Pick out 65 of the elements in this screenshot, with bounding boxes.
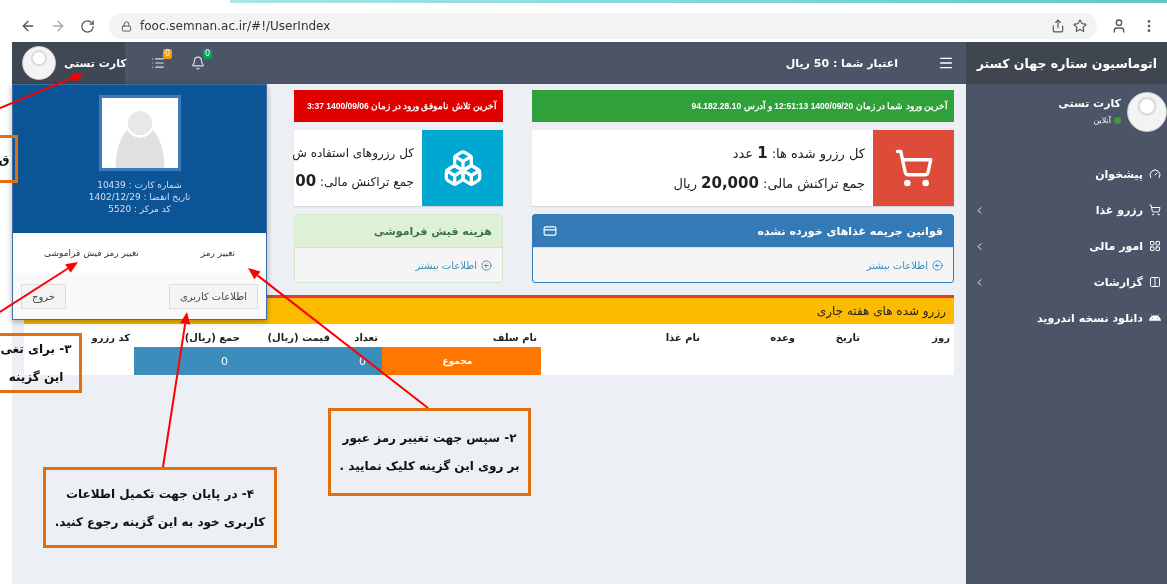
alert-banner: آخرین تلاش ناموفق ورود در زمان 1400/09/06 3:37	[294, 90, 503, 122]
address-bar[interactable]: fooc.semnan.ac.ir/#!/UserIndex	[109, 13, 1097, 39]
sidebar-item[interactable]: دانلود نسخه اندروید	[966, 300, 1167, 336]
profile-button[interactable]: اطلاعات کاربری	[168, 283, 258, 309]
avatar-icon	[1127, 92, 1167, 132]
card-icon	[543, 224, 557, 238]
dashboard-icon	[1149, 168, 1161, 180]
sidebar-item[interactable]: پیشخوان	[966, 156, 1167, 192]
user-name: کارت تستی	[1058, 97, 1121, 110]
cubes-icon	[442, 148, 483, 188]
count-badge: 0	[202, 49, 212, 59]
sidebar-item[interactable]: امور مالی	[966, 228, 1167, 264]
cart-icon	[1149, 204, 1161, 216]
total-cell: 0	[134, 347, 244, 375]
status-text: آنلاین	[1093, 116, 1111, 125]
card-info-text: تاریخ انقضا : 1402/12/29	[88, 191, 191, 203]
count-badge: 0	[162, 49, 172, 59]
url-text: fooc.semnan.ac.ir/#!/UserIndex	[140, 19, 332, 33]
column-header: نام سلف	[491, 331, 538, 346]
alert-banner: آخرین ورود شما در زمان 1400/09/20 12:51:13 و آدرس 94.182.28.10	[532, 90, 954, 122]
cart-icon	[893, 148, 934, 188]
column-header: تعداد	[353, 331, 379, 345]
avatar-icon	[22, 46, 56, 80]
panel-title: قوانین جریمه غذاهای خورده نشده	[757, 224, 943, 238]
column-header: جمع (ریال)	[183, 331, 241, 346]
menu-link[interactable]: تغییر رمز فیش فراموشی	[44, 248, 139, 258]
sidebar-item[interactable]: گزارشات	[966, 264, 1167, 300]
arrow-circle-icon	[932, 259, 943, 271]
lock-icon	[121, 20, 132, 32]
profile-icon[interactable]	[1111, 18, 1127, 34]
stat-text: کل رزروهای استفاده ش	[292, 146, 414, 160]
callout-text: ۲- سپس جهت تغییر رمز عبور بر روی این گزینه کلیک نمایید .	[339, 430, 520, 476]
card-info-text: کد مرکز : 5520	[108, 203, 171, 215]
panel-title: رزرو شده های هفته جاری	[816, 304, 946, 318]
back-icon[interactable]	[20, 18, 36, 34]
logout-button[interactable]: خروج	[21, 283, 66, 309]
star-icon[interactable]	[1073, 19, 1087, 33]
credit-text: اعتبار شما : 50 ریال	[785, 56, 898, 70]
card-info-text: شماره کارت : 10439	[97, 179, 182, 191]
user-menu-toggle[interactable]: کارت تستی	[12, 42, 125, 84]
total-cell: مجموع	[382, 347, 541, 375]
callout-text: ق	[0, 151, 10, 168]
columns-icon	[1149, 276, 1161, 288]
column-header: روز	[930, 331, 951, 346]
column-header: قیمت (ریال)	[266, 331, 331, 346]
menu-link[interactable]: تغییر رمز	[200, 248, 235, 258]
column-header: وعده	[769, 331, 796, 345]
reload-icon[interactable]	[80, 18, 95, 34]
callout-text: ۳- برای تغی این گزینه	[0, 341, 72, 386]
grid-icon	[1149, 240, 1161, 252]
android-icon	[1149, 312, 1161, 324]
app-title: اتوماسیون ستاره جهان کستر	[976, 55, 1157, 71]
sidebar-item[interactable]: رزرو غذا	[966, 192, 1167, 228]
status-dot	[1114, 117, 1121, 124]
column-header: نام غذا	[664, 331, 701, 346]
share-icon[interactable]	[1051, 19, 1065, 33]
column-header: تاریخ	[834, 331, 861, 346]
menu-icon[interactable]	[938, 55, 954, 71]
user-name: کارت تستی	[64, 56, 127, 70]
bell-icon[interactable]	[191, 56, 205, 70]
arrow-circle-icon	[481, 259, 492, 271]
list-icon[interactable]	[151, 56, 165, 70]
panel-title: هزینه فیش فراموشی	[373, 224, 492, 238]
column-header: کد رزرو	[90, 331, 131, 346]
callout-text: ۴- در پایان جهت تکمیل اطلاعات کاربری خود به این گزینه رجوع کنید.	[54, 485, 266, 532]
